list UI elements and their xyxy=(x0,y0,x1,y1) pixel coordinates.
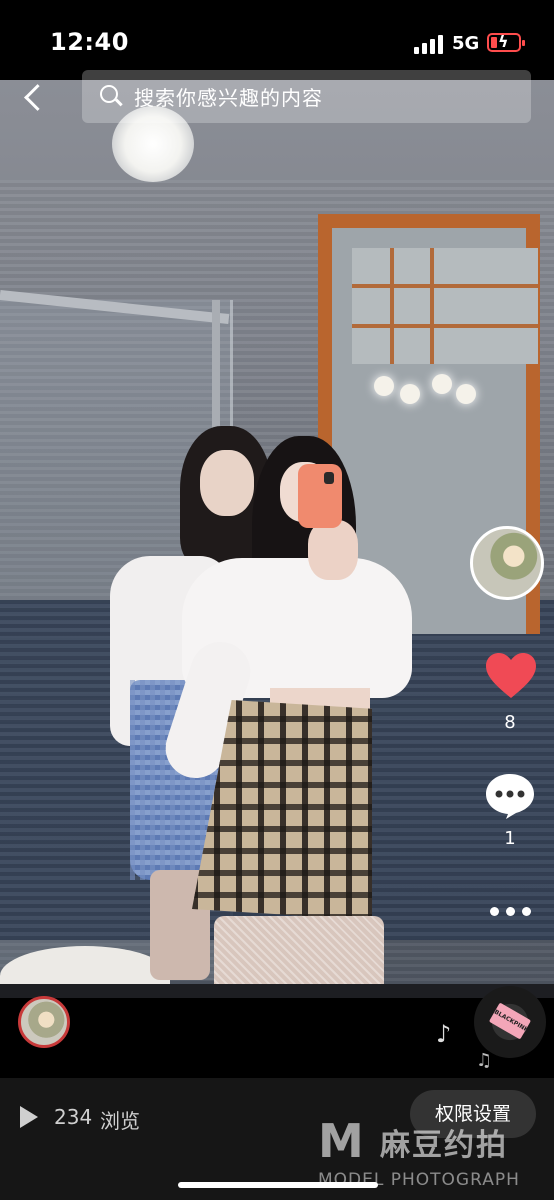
more-icon[interactable] xyxy=(488,904,534,918)
comment-icon[interactable] xyxy=(484,772,536,820)
disc-label: BLACKPINK xyxy=(488,1002,532,1040)
post-photo[interactable] xyxy=(0,80,554,998)
music-disc[interactable]: BLACKPINK xyxy=(474,986,546,1058)
search-input[interactable]: 搜索你感兴趣的内容 xyxy=(82,70,531,123)
watermark-logo: M xyxy=(318,1114,364,1168)
heart-icon[interactable] xyxy=(485,652,537,700)
search-placeholder: 搜索你感兴趣的内容 xyxy=(134,86,323,110)
like-count: 8 xyxy=(504,712,516,733)
bottom-bar: 234 浏览 权限设置 M 麻豆约拍 MODEL PHOTOGRAPH xyxy=(0,1078,554,1200)
author-avatar[interactable] xyxy=(470,526,544,600)
clock: 12:40 xyxy=(50,28,129,56)
music-note-icon: ♪ xyxy=(436,1020,452,1048)
user-avatar[interactable] xyxy=(18,996,70,1048)
phone xyxy=(298,464,342,528)
home-indicator[interactable] xyxy=(178,1182,378,1188)
search-icon xyxy=(100,85,118,103)
signal-icon xyxy=(414,34,444,54)
battery-icon: ϟ xyxy=(487,32,525,52)
status-bar: 12:40 5G ϟ xyxy=(0,0,554,80)
comment-count: 1 xyxy=(504,828,516,849)
network-type: 5G xyxy=(452,33,480,54)
play-icon xyxy=(20,1106,38,1128)
back-icon[interactable] xyxy=(20,80,52,114)
music-note-icon: ♫ xyxy=(476,1050,493,1071)
views-label: 浏览 xyxy=(100,1109,140,1133)
views-count: 234 xyxy=(54,1105,93,1129)
watermark-name: 麻豆约拍 xyxy=(380,1128,508,1163)
